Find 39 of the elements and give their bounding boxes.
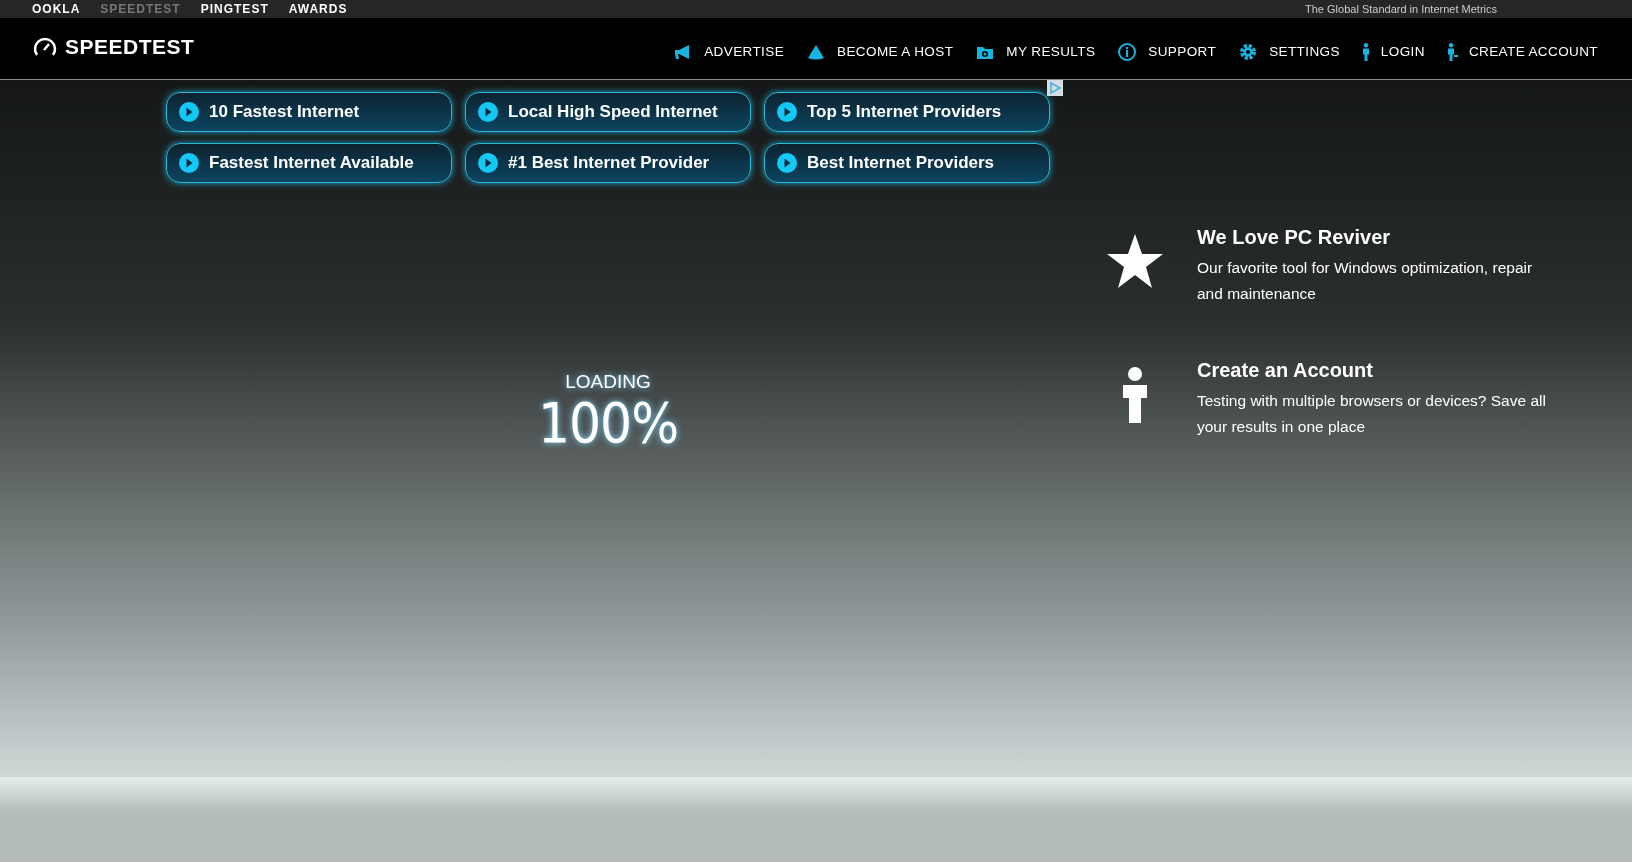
- promo-title[interactable]: We Love PC Reviver: [1197, 226, 1549, 249]
- play-icon: [179, 153, 199, 173]
- tagline: The Global Standard in Internet Metrics: [1305, 2, 1497, 16]
- logo[interactable]: SPEEDTEST: [32, 34, 195, 59]
- person-icon: [1361, 42, 1370, 61]
- play-icon: [777, 102, 797, 122]
- ad-link[interactable]: 10 Fastest Internet: [166, 92, 452, 132]
- loading-label: LOADING: [565, 371, 651, 393]
- promo-text: Testing with multiple browsers or devices? Save all your results in one place: [1197, 391, 1547, 437]
- nav-link[interactable]: CREATE ACCOUNT: [1446, 42, 1598, 61]
- star-icon: [1107, 234, 1163, 288]
- nav-link[interactable]: SETTINGS: [1238, 41, 1340, 62]
- info-icon: [1117, 41, 1138, 62]
- play-icon: [478, 102, 498, 122]
- top-link[interactable]: PINGTEST: [200, 2, 269, 16]
- nav-link[interactable]: MY RESULTS: [975, 41, 1096, 62]
- ad-link[interactable]: Top 5 Internet Providers: [764, 92, 1050, 132]
- top-link[interactable]: OOKLA: [32, 2, 81, 16]
- ad-link[interactable]: Local High Speed Internet: [465, 92, 751, 132]
- nav-link[interactable]: ADVERTISE: [673, 41, 785, 62]
- play-icon: [777, 153, 797, 173]
- person-icon: [1121, 367, 1149, 425]
- logo-text: SPEEDTEST: [65, 34, 195, 59]
- ad-link[interactable]: Best Internet Providers: [764, 143, 1050, 183]
- play-icon: [478, 153, 498, 173]
- play-icon: [179, 102, 199, 122]
- ad-link[interactable]: Fastest Internet Available: [166, 143, 452, 183]
- promo-title[interactable]: Create an Account: [1197, 359, 1549, 382]
- ad-choices-icon[interactable]: [1047, 80, 1063, 96]
- settings-icon: [1238, 41, 1259, 62]
- nav-link[interactable]: LOGIN: [1361, 42, 1425, 61]
- promo-text: Our favorite tool for Windows optimization, repair and maintenance: [1197, 258, 1534, 304]
- nav-link[interactable]: BECOME A HOST: [806, 41, 954, 62]
- top-link[interactable]: AWARDS: [288, 2, 348, 16]
- person-icon: [1446, 42, 1458, 61]
- loading-percent: 100%: [538, 393, 678, 453]
- nav-link[interactable]: SUPPORT: [1117, 41, 1217, 62]
- gauge-icon: [32, 35, 58, 58]
- ad-link[interactable]: #1 Best Internet Provider: [465, 143, 751, 183]
